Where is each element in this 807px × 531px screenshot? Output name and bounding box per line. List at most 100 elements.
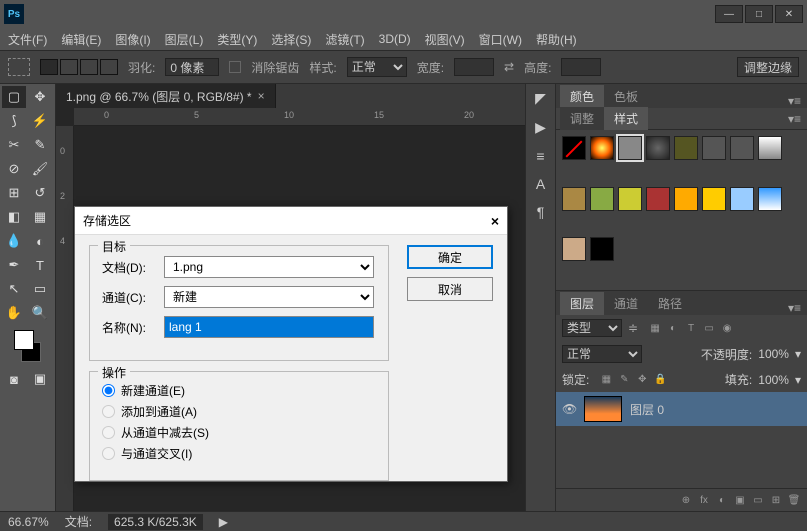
path-tool[interactable]: ↖ [2, 278, 26, 300]
style-swatch[interactable] [562, 187, 586, 211]
menu-type[interactable]: 类型(Y) [217, 31, 257, 48]
feather-input[interactable] [165, 58, 219, 76]
style-swatch[interactable] [730, 187, 754, 211]
play-icon[interactable]: ▶ [535, 119, 546, 136]
menu-select[interactable]: 选择(S) [271, 31, 311, 48]
glyph-icon[interactable]: ¶ [537, 204, 545, 220]
blend-mode-select[interactable]: 正常 [562, 345, 642, 363]
gradient-tool[interactable]: ▦ [28, 206, 52, 228]
shape-tool[interactable]: ▭ [28, 278, 52, 300]
opacity-value[interactable]: 100% [758, 347, 789, 361]
menu-help[interactable]: 帮助(H) [536, 31, 577, 48]
selection-mode-icons[interactable] [40, 59, 118, 75]
stamp-tool[interactable]: ⊞ [2, 182, 26, 204]
screenmode-tool[interactable]: ▣ [28, 368, 52, 390]
style-swatch[interactable] [758, 187, 782, 211]
channel-select[interactable]: 新建 [164, 286, 374, 308]
layers-menu-icon[interactable]: ▾≡ [782, 301, 807, 315]
style-swatch[interactable] [562, 136, 586, 160]
style-swatch[interactable] [590, 237, 614, 261]
tab-layers[interactable]: 图层 [560, 292, 604, 315]
close-button[interactable]: ✕ [775, 5, 803, 23]
character-icon[interactable]: A [536, 176, 545, 192]
marquee-tool[interactable]: ▢ [2, 86, 26, 108]
menu-file[interactable]: 文件(F) [8, 31, 47, 48]
style-swatch[interactable] [702, 187, 726, 211]
subtab-styles[interactable]: 样式 [604, 107, 648, 130]
zoom-level[interactable]: 66.67% [8, 515, 49, 529]
paragraph-icon[interactable]: ≡ [536, 148, 544, 164]
style-swatch[interactable] [702, 136, 726, 160]
dialog-close-icon[interactable]: × [491, 213, 499, 229]
zoom-tool[interactable]: 🔍 [28, 302, 52, 324]
minimize-button[interactable]: — [715, 5, 743, 23]
style-swatch[interactable] [646, 136, 670, 160]
refine-edge-button[interactable]: 调整边缘 [737, 57, 799, 77]
move-tool[interactable]: ✥ [28, 86, 52, 108]
dialog-titlebar[interactable]: 存储选区 × [75, 207, 507, 235]
lock-icons[interactable]: ▦✎✥🔒 [599, 373, 667, 387]
history-brush-tool[interactable]: ↺ [28, 182, 52, 204]
swap-icon[interactable]: ⇄ [504, 60, 514, 74]
style-swatch[interactable] [562, 237, 586, 261]
height-input[interactable] [561, 58, 601, 76]
menu-filter[interactable]: 滤镜(T) [325, 31, 364, 48]
status-chevron-icon[interactable]: ▶ [219, 515, 228, 529]
maximize-button[interactable]: □ [745, 5, 773, 23]
ok-button[interactable]: 确定 [407, 245, 493, 269]
style-swatch[interactable] [646, 187, 670, 211]
doc-tab[interactable]: 1.png @ 66.7% (图层 0, RGB/8#) * × [56, 84, 276, 108]
antialias-checkbox[interactable] [229, 61, 241, 73]
fill-value[interactable]: 100% [758, 373, 789, 387]
style-swatch[interactable] [758, 136, 782, 160]
hand-tool[interactable]: ✋ [2, 302, 26, 324]
style-swatch[interactable] [730, 136, 754, 160]
style-swatch[interactable] [590, 187, 614, 211]
panel-submenu-icon[interactable]: ▾≡ [782, 112, 807, 126]
lasso-tool[interactable]: ⟆ [2, 110, 26, 132]
heal-tool[interactable]: ⊘ [2, 158, 26, 180]
style-swatch[interactable] [618, 187, 642, 211]
tab-channels[interactable]: 通道 [604, 292, 648, 315]
menu-window[interactable]: 窗口(W) [479, 31, 522, 48]
menu-view[interactable]: 视图(V) [425, 31, 465, 48]
cancel-button[interactable]: 取消 [407, 277, 493, 301]
marquee-tool-icon[interactable] [8, 58, 30, 76]
quickmask-tool[interactable]: ◙ [2, 368, 26, 390]
style-swatch[interactable] [674, 136, 698, 160]
visibility-icon[interactable]: 👁 [562, 402, 576, 416]
tab-swatches[interactable]: 色板 [604, 85, 648, 108]
wand-tool[interactable]: ⚡ [28, 110, 52, 132]
menu-layer[interactable]: 图层(L) [165, 31, 204, 48]
color-swatches[interactable] [14, 330, 41, 362]
style-swatch[interactable] [618, 136, 642, 160]
type-tool[interactable]: T [28, 254, 52, 276]
panel-menu-icon[interactable]: ▾≡ [782, 94, 807, 108]
subtab-adjust[interactable]: 调整 [560, 107, 604, 130]
document-select[interactable]: 1.png [164, 256, 374, 278]
brush-tool[interactable]: 🖌 [28, 158, 52, 180]
layers-footer-icons[interactable]: ⊕fx◐▣▭⊞🗑 [679, 493, 801, 507]
layer-name[interactable]: 图层 0 [630, 401, 664, 418]
blur-tool[interactable]: 💧 [2, 230, 26, 252]
width-input[interactable] [454, 58, 494, 76]
pen-tool[interactable]: ✒ [2, 254, 26, 276]
menu-image[interactable]: 图像(I) [115, 31, 150, 48]
collapse-icon[interactable]: ◤ [535, 90, 546, 107]
name-input[interactable] [164, 316, 374, 338]
eyedropper-tool[interactable]: ✎ [28, 134, 52, 156]
layer-kind-select[interactable]: 类型 [562, 319, 622, 337]
menu-edit[interactable]: 编辑(E) [61, 31, 101, 48]
dodge-tool[interactable]: ◐ [28, 230, 52, 252]
tab-paths[interactable]: 路径 [648, 292, 692, 315]
tab-color[interactable]: 颜色 [560, 85, 604, 108]
op-new-channel[interactable]: 新建通道(E) [102, 382, 376, 399]
menu-3d[interactable]: 3D(D) [379, 32, 411, 46]
doc-tab-close[interactable]: × [258, 89, 265, 103]
style-select[interactable]: 正常 [347, 57, 407, 77]
layer-filter-icons[interactable]: ▦◐T▭◉ [648, 321, 734, 335]
eraser-tool[interactable]: ◧ [2, 206, 26, 228]
style-swatch[interactable] [590, 136, 614, 160]
layer-row[interactable]: 👁 图层 0 [556, 392, 807, 426]
crop-tool[interactable]: ✂ [2, 134, 26, 156]
